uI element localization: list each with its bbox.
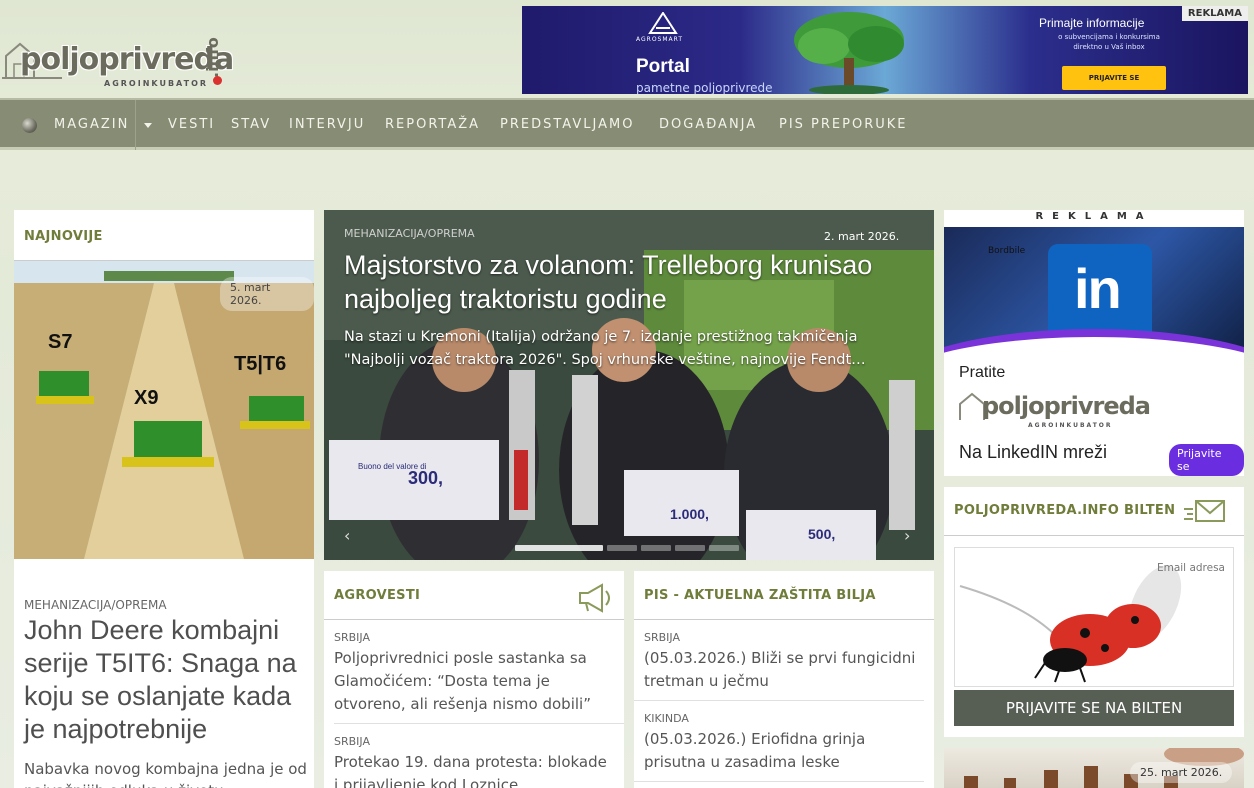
ad-info-subtitle: o subvencijama i konkursima direktno u V… — [1058, 33, 1160, 51]
list-item[interactable]: KIKINDA (05.03.2026.) Eriofidna grinja p… — [644, 712, 924, 774]
linkedin-logo-text: in — [1074, 257, 1122, 320]
follow-button[interactable]: Prijavite se — [1169, 444, 1244, 476]
logo-red-dot — [213, 76, 222, 85]
chess-article-thumb[interactable]: 25. mart 2026. — [944, 748, 1244, 788]
section-title-newsletter: POLJOPRIVREDA.INFO BILTEN — [954, 503, 1176, 518]
ad-label: REKLAMA — [1181, 6, 1248, 21]
nav-item-reportaza[interactable]: REPORTAŽA — [385, 117, 480, 132]
chevron-down-icon[interactable] — [144, 123, 152, 128]
nav-item-predstavljamo[interactable]: PREDSTAVLJAMO — [500, 117, 634, 132]
tree-icon — [794, 12, 904, 94]
cheque-amount-1000: 1.000, — [670, 506, 709, 522]
logo-suffix: .info — [203, 37, 222, 78]
linkedin-tagline: Na LinkedIN mreži — [959, 442, 1108, 462]
article-category[interactable]: MEHANIZACIJA/OPREMA — [24, 598, 167, 612]
slider-dot[interactable] — [641, 545, 671, 551]
nav-item-stav[interactable]: STAV — [231, 117, 271, 132]
article-excerpt: Nabavka novog kombajna jedna je od najva… — [24, 760, 307, 788]
cheque-amount-300: 300, — [408, 468, 444, 488]
news-title[interactable]: Protekao 19. dana protesta: blokade i pr… — [334, 751, 614, 788]
news-title[interactable]: (05.03.2026.) Bliži se prvi fungicidni t… — [644, 647, 924, 693]
list-item[interactable]: SRBIJA Protekao 19. dana protesta: bloka… — [334, 735, 614, 788]
latest-news-card: NAJNOVIJE S7 X9 T5|T6 5. mart 2026. MEHA… — [14, 210, 314, 788]
slider-pagination — [515, 536, 743, 555]
pis-plant-protection-card: PIS - AKTUELNA ZAŠTITA BILJA SRBIJA (05.… — [634, 571, 934, 788]
newsletter-subscribe-button[interactable]: PRIJAVITE SE NA BILTEN — [954, 690, 1234, 726]
news-region: SRBIJA — [334, 735, 370, 748]
email-placeholder: Email adresa — [1156, 562, 1225, 574]
agrovesti-card: AGROVESTI SRBIJA Poljoprivrednici posle … — [324, 571, 624, 788]
envelope-icon — [1184, 500, 1225, 522]
divider — [324, 619, 624, 620]
ad-subtitle: pametne poljoprivrede — [636, 81, 773, 94]
agrosmart-logo-icon — [648, 12, 678, 34]
logo-tagline: AGROINKUBATOR — [104, 79, 209, 88]
nav-item-vesti[interactable]: VESTI — [168, 117, 215, 132]
slider-next-icon[interactable]: › — [904, 526, 910, 545]
article-headline[interactable]: John Deere kombajni serije T5IT6: Snaga … — [24, 614, 308, 746]
slide-title[interactable]: Majstorstvo za volanom: Trelleborg kruni… — [344, 248, 904, 316]
ad-label: REKLAMA — [1035, 211, 1153, 222]
nav-item-pis-preporuke[interactable]: PIS PREPORUKE — [779, 117, 908, 132]
list-item[interactable]: SRBIJA (05.03.2026.) Bliži se prvi fungi… — [644, 631, 924, 693]
newsletter-card: POLJOPRIVREDA.INFO BILTEN Email adresa P… — [944, 487, 1244, 737]
list-item[interactable]: SRBIJA Poljoprivrednici posle sastanka s… — [334, 631, 614, 716]
ad-info-title: Primajte informacije — [1039, 16, 1145, 30]
divider — [334, 723, 624, 724]
model-label-x9: X9 — [134, 387, 159, 409]
nav-item-magazin[interactable]: MAGAZIN — [54, 117, 129, 132]
featured-slider[interactable]: Buono del valore di 300, 1.000, 500, MEH… — [324, 210, 934, 560]
email-field[interactable]: Email adresa — [954, 547, 1234, 687]
model-label-s7: S7 — [48, 331, 73, 353]
photo-caption: Bordbile — [988, 246, 1026, 256]
site-logo[interactable]: poljoprivreda .info AGROINKUBATOR — [0, 32, 234, 92]
news-region: SRBIJA — [644, 631, 680, 644]
section-title-agrovesti: AGROVESTI — [334, 588, 421, 603]
nav-item-dogadjanja[interactable]: DOGAĐANJA — [659, 117, 757, 132]
ad-brand: AGROSMART — [636, 36, 684, 43]
slider-dot[interactable] — [709, 545, 739, 551]
news-region: SRBIJA — [334, 631, 370, 644]
mini-logo: poljoprivreda — [982, 392, 1151, 420]
logo-wordmark: poljoprivreda — [20, 42, 234, 77]
main-navigation: MAGAZIN VESTI STAV INTERVJU REPORTAŽA PR… — [0, 98, 1254, 150]
slide-excerpt: Na stazi u Kremoni (Italija) održano je … — [344, 329, 866, 368]
linkedin-ad[interactable]: REKLAMA in Bordbile Pratite poljoprivred… — [944, 210, 1244, 476]
slide-date: 2. mart 2026. — [824, 230, 900, 243]
divider — [634, 781, 924, 782]
news-title[interactable]: (05.03.2026.) Eriofidna grinja prisutna … — [644, 728, 924, 774]
ad-subscribe-button[interactable]: PRIJAVITE SE — [1062, 66, 1166, 90]
news-region: KIKINDA — [644, 712, 689, 725]
follow-label: Pratite — [959, 364, 1006, 381]
top-banner-ad[interactable]: AGROSMART Portal pametne poljoprivrede P… — [522, 6, 1248, 94]
mini-logo-tagline: AGROINKUBATOR — [1028, 422, 1113, 429]
section-title-pis: PIS - AKTUELNA ZAŠTITA BILJA — [644, 588, 876, 603]
divider — [634, 700, 924, 701]
site-header: poljoprivreda .info AGROINKUBATOR AGROSM… — [0, 0, 1254, 98]
slider-dot[interactable] — [607, 545, 637, 551]
nav-item-intervju[interactable]: INTERVJU — [289, 117, 365, 132]
ad-title: Portal — [636, 56, 690, 77]
slide-category[interactable]: MEHANIZACIJA/OPREMA — [344, 227, 475, 240]
slider-prev-icon[interactable]: ‹ — [344, 526, 350, 545]
megaphone-icon — [579, 583, 610, 613]
slider-dot[interactable] — [515, 545, 603, 551]
section-title-latest: NAJNOVIJE — [24, 229, 103, 244]
divider — [944, 535, 1244, 536]
cheque-amount-500: 500, — [808, 526, 836, 542]
slider-dot[interactable] — [675, 545, 705, 551]
article-date: 5. mart 2026. — [220, 277, 314, 311]
nav-divider — [135, 100, 136, 150]
divider — [634, 619, 934, 620]
combine-harvesters-image[interactable]: S7 X9 T5|T6 5. mart 2026. — [14, 261, 314, 559]
news-title[interactable]: Poljoprivrednici posle sastanka sa Glamo… — [334, 647, 614, 716]
model-label-t5t6: T5|T6 — [234, 353, 287, 375]
globe-icon[interactable] — [22, 118, 37, 133]
linkedin-photo: in Bordbile — [944, 227, 1244, 377]
article-date: 25. mart 2026. — [1130, 762, 1233, 783]
